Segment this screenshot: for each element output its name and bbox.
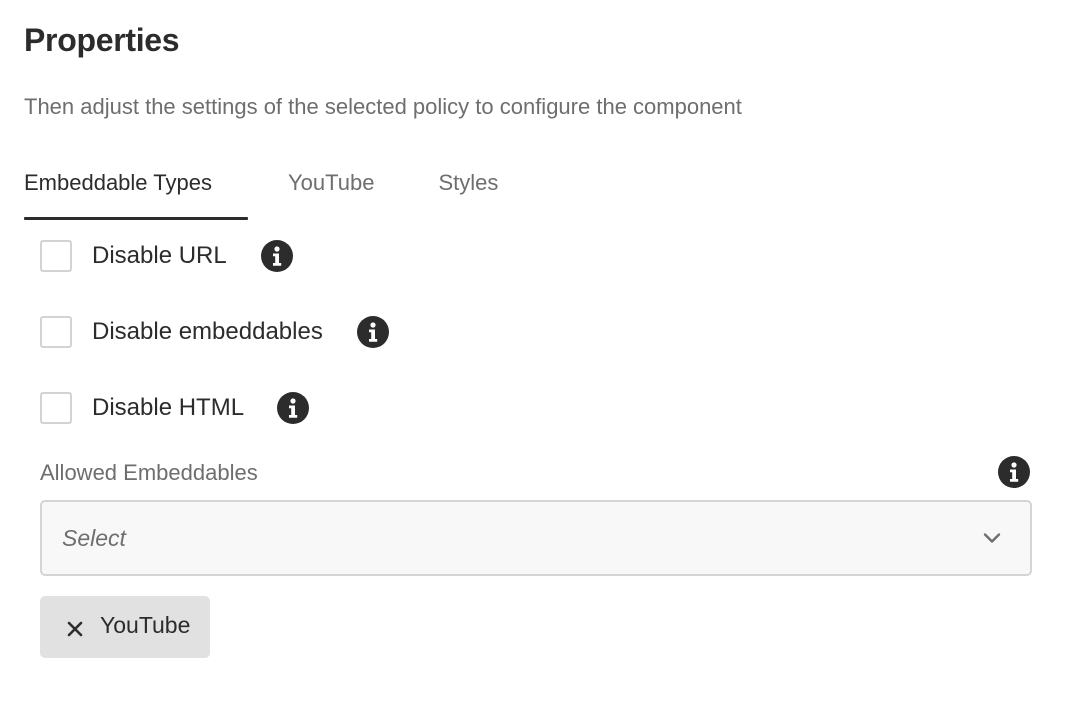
tab-embeddable-types[interactable]: Embeddable Types bbox=[24, 168, 248, 220]
allowed-embeddables-select[interactable]: Select bbox=[40, 500, 1032, 576]
tab-label: Embeddable Types bbox=[24, 170, 212, 195]
tag-label: YouTube bbox=[100, 612, 191, 638]
select-placeholder: Select bbox=[62, 525, 126, 551]
disable-url-label[interactable]: Disable URL bbox=[92, 242, 227, 270]
close-icon[interactable] bbox=[67, 621, 83, 637]
disable-embeddables-label[interactable]: Disable embeddables bbox=[92, 318, 323, 346]
allowed-embeddables-label: Allowed Embeddables bbox=[40, 460, 258, 485]
disable-html-checkbox[interactable] bbox=[40, 392, 72, 424]
info-icon[interactable] bbox=[260, 240, 293, 272]
tab-youtube[interactable]: YouTube bbox=[288, 168, 374, 220]
info-icon[interactable] bbox=[998, 456, 1030, 488]
info-icon[interactable] bbox=[277, 392, 310, 424]
selected-tag-youtube: YouTube bbox=[40, 596, 210, 658]
page-title: Properties bbox=[24, 22, 180, 58]
page-description: Then adjust the settings of the selected… bbox=[24, 94, 742, 119]
disable-url-option: Disable URL bbox=[40, 238, 293, 274]
disable-embeddables-checkbox[interactable] bbox=[40, 316, 72, 348]
tab-label: Styles bbox=[438, 170, 499, 195]
disable-html-option: Disable HTML bbox=[40, 390, 310, 426]
tab-label: YouTube bbox=[288, 170, 375, 195]
chevron-down-icon bbox=[983, 533, 1001, 543]
disable-embeddables-option: Disable embeddables bbox=[40, 314, 389, 350]
tab-list: Embeddable Types YouTube Styles bbox=[24, 168, 498, 220]
disable-url-checkbox[interactable] bbox=[40, 240, 72, 272]
tab-styles[interactable]: Styles bbox=[438, 168, 498, 220]
disable-html-label[interactable]: Disable HTML bbox=[92, 394, 244, 422]
info-icon[interactable] bbox=[356, 316, 389, 348]
